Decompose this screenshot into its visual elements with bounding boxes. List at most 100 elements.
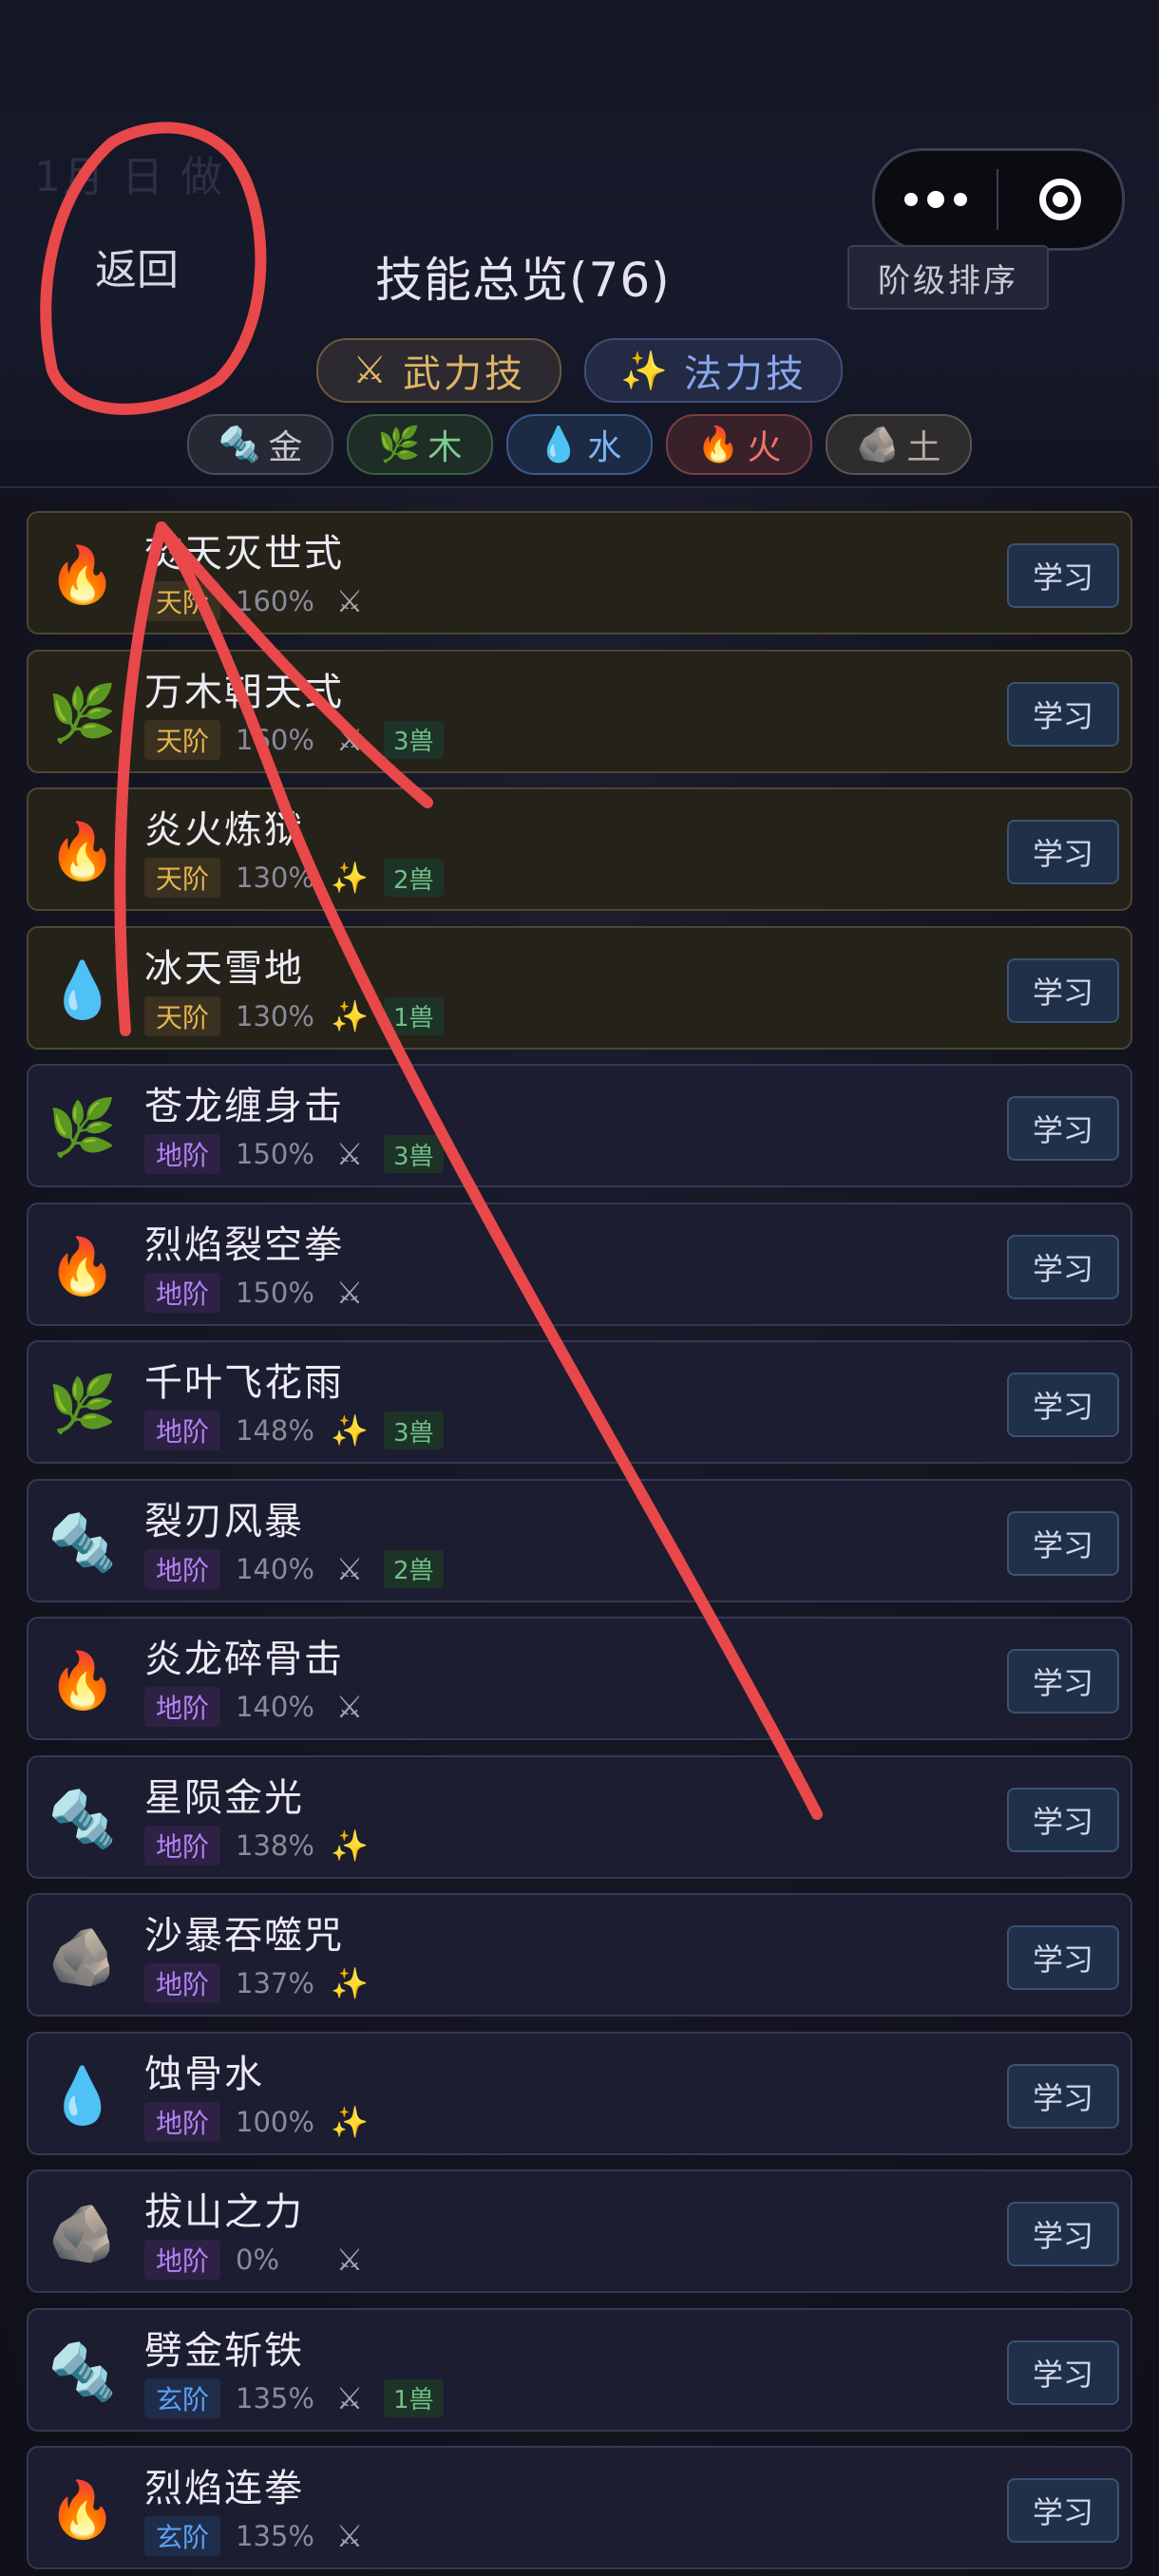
skill-percent: 130% bbox=[236, 862, 314, 894]
skill-overview-page: 1月 日 做 返回 技能总览(76) 阶级排序 ⚔ 武力技 ✨ 法力技 🔩 金 … bbox=[0, 0, 1159, 2576]
metal-icon: 🔩 bbox=[218, 426, 261, 464]
skill-card: 🔩 裂刃风暴 地阶 140% ⚔ 2兽 学习 bbox=[27, 1478, 1132, 1602]
skill-percent: 150% bbox=[236, 1138, 314, 1170]
skill-card: 🪨 沙暴吞噬咒 地阶 137% ✨ 学习 bbox=[27, 1893, 1132, 2017]
skill-list: 🔥 焚天灭世式 天阶 160% ⚔ 学习 🌿 万木朝天式 天阶 160% ⚔ 3兽 学习 🔥 炎火炼狱 天阶 1… bbox=[27, 511, 1132, 2576]
skill-percent: 130% bbox=[236, 999, 314, 1032]
learn-button[interactable]: 学习 bbox=[1007, 1787, 1119, 1852]
skill-percent: 138% bbox=[236, 1828, 314, 1862]
tier-badge: 天阶 bbox=[144, 581, 221, 621]
tier-badge: 天阶 bbox=[144, 719, 221, 760]
skill-percent: 140% bbox=[236, 1552, 314, 1585]
tier-badge: 地阶 bbox=[144, 1272, 221, 1313]
fire-icon: 🔥 bbox=[48, 542, 118, 607]
skill-name: 沙暴吞噬咒 bbox=[144, 1914, 344, 1958]
skill-percent: 160% bbox=[236, 585, 314, 617]
tier-badge: 天阶 bbox=[144, 995, 221, 1036]
element-tab-metal[interactable]: 🔩 金 bbox=[187, 414, 333, 475]
element-tab-label: 土 bbox=[906, 428, 941, 467]
skill-name: 苍龙缠身击 bbox=[144, 1085, 344, 1128]
tab-physical-skill[interactable]: ⚔ 武力技 bbox=[316, 338, 562, 403]
skill-card: 🔥 炎火炼狱 天阶 130% ✨ 2兽 学习 bbox=[27, 787, 1132, 911]
skill-percent: 140% bbox=[236, 1691, 314, 1723]
swords-icon: ⚔ bbox=[335, 2518, 364, 2554]
wood-icon: 🌿 bbox=[48, 1095, 118, 1160]
learn-button[interactable]: 学习 bbox=[1007, 1510, 1119, 1576]
element-tab-label: 火 bbox=[747, 428, 782, 467]
skill-name: 烈焰连拳 bbox=[144, 2467, 304, 2510]
wood-icon: 🌿 bbox=[48, 680, 118, 746]
skill-card: 🔩 星陨金光 地阶 138% ✨ 学习 bbox=[27, 1754, 1132, 1879]
learn-button[interactable]: 学习 bbox=[1007, 2339, 1119, 2405]
tier-badge: 玄阶 bbox=[144, 2516, 221, 2556]
swords-icon: ⚔ bbox=[335, 1136, 364, 1172]
skill-meta: 天阶 130% ✨ 1兽 bbox=[144, 995, 444, 1036]
tab-physical-label: 武力技 bbox=[403, 352, 526, 396]
swords-icon: ⚔ bbox=[352, 349, 390, 392]
learn-button[interactable]: 学习 bbox=[1007, 1234, 1119, 1299]
learn-button[interactable]: 学习 bbox=[1007, 2478, 1119, 2543]
tier-badge: 地阶 bbox=[144, 1825, 221, 1866]
skill-name: 焚天灭世式 bbox=[144, 532, 344, 576]
skill-meta: 地阶 138% ✨ bbox=[144, 1825, 369, 1866]
skill-meta: 地阶 150% ⚔ 3兽 bbox=[144, 1134, 444, 1174]
skill-meta: 地阶 137% ✨ bbox=[144, 1963, 369, 2003]
learn-button[interactable]: 学习 bbox=[1007, 543, 1119, 608]
skill-name: 蚀骨水 bbox=[144, 2052, 264, 2096]
metal-icon: 🔩 bbox=[48, 2339, 118, 2404]
skill-percent: 150% bbox=[236, 1276, 314, 1309]
earth-icon: 🪨 bbox=[856, 426, 900, 464]
tier-badge: 地阶 bbox=[144, 1963, 221, 2003]
page-title: 技能总览(76) bbox=[375, 253, 671, 308]
skill-card: 💧 蚀骨水 地阶 100% ✨ 学习 bbox=[27, 2031, 1132, 2155]
learn-button[interactable]: 学习 bbox=[1007, 1649, 1119, 1714]
skill-name: 万木朝天式 bbox=[144, 670, 344, 714]
beast-count-badge: 1兽 bbox=[384, 2378, 444, 2417]
beast-count-badge: 3兽 bbox=[384, 1135, 444, 1173]
sparkles-icon: ✨ bbox=[331, 1827, 369, 1864]
metal-icon: 🔩 bbox=[48, 1509, 118, 1575]
element-tab-fire[interactable]: 🔥 火 bbox=[666, 414, 812, 475]
sparkles-icon: ✨ bbox=[331, 1412, 369, 1449]
skill-meta: 地阶 140% ⚔ bbox=[144, 1687, 369, 1727]
element-tab-earth[interactable]: 🪨 土 bbox=[826, 414, 972, 475]
more-dots-icon[interactable] bbox=[875, 151, 997, 248]
learn-button[interactable]: 学习 bbox=[1007, 1096, 1119, 1161]
learn-button[interactable]: 学习 bbox=[1007, 1925, 1119, 1990]
beast-count-badge: 3兽 bbox=[384, 1411, 444, 1449]
skill-percent: 100% bbox=[236, 2105, 314, 2138]
skill-meta: 地阶 100% ✨ bbox=[144, 2101, 369, 2142]
learn-button[interactable]: 学习 bbox=[1007, 820, 1119, 884]
element-tab-water[interactable]: 💧 水 bbox=[506, 414, 653, 475]
tier-sort-button[interactable]: 阶级排序 bbox=[847, 245, 1049, 310]
tab-magic-skill[interactable]: ✨ 法力技 bbox=[584, 338, 843, 403]
element-tab-label: 金 bbox=[268, 428, 303, 467]
water-icon: 💧 bbox=[48, 2062, 118, 2128]
skill-meta: 玄阶 135% ⚔ 1兽 bbox=[144, 2377, 444, 2418]
fire-icon: 🔥 bbox=[48, 2477, 118, 2542]
skill-name: 炎龙碎骨击 bbox=[144, 1638, 344, 1681]
learn-button[interactable]: 学习 bbox=[1007, 2063, 1119, 2129]
skill-card: 💧 冰天雪地 天阶 130% ✨ 1兽 学习 bbox=[27, 925, 1132, 1050]
learn-button[interactable]: 学习 bbox=[1007, 957, 1119, 1023]
skill-percent: 135% bbox=[236, 2381, 314, 2415]
sparkles-icon: ✨ bbox=[620, 349, 671, 393]
swords-icon: ⚔ bbox=[335, 1274, 364, 1311]
learn-button[interactable]: 学习 bbox=[1007, 1373, 1119, 1437]
tier-badge: 地阶 bbox=[144, 1134, 221, 1174]
element-tab-label: 木 bbox=[428, 428, 463, 467]
tier-badge: 地阶 bbox=[144, 1548, 221, 1589]
skill-card: 🔥 烈焰连拳 玄阶 135% ⚔ 学习 bbox=[27, 2446, 1132, 2569]
fire-icon: 🔥 bbox=[48, 819, 118, 883]
skill-percent: 160% bbox=[236, 723, 314, 756]
swords-icon: ⚔ bbox=[335, 1689, 364, 1725]
skill-name: 劈金斩铁 bbox=[144, 2328, 304, 2373]
learn-button[interactable]: 学习 bbox=[1007, 681, 1119, 747]
water-icon: 💧 bbox=[48, 957, 118, 1022]
sparkles-icon: ✨ bbox=[331, 2103, 369, 2140]
skill-percent: 137% bbox=[236, 1967, 314, 1999]
target-circle-icon[interactable] bbox=[998, 179, 1122, 220]
learn-button[interactable]: 学习 bbox=[1007, 2202, 1119, 2266]
back-button[interactable]: 返回 bbox=[95, 236, 179, 296]
element-tab-wood[interactable]: 🌿 木 bbox=[347, 414, 493, 475]
